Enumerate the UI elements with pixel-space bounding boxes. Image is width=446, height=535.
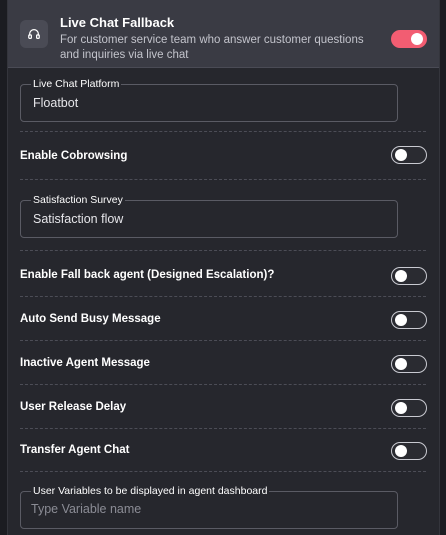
- user-variables-input[interactable]: [31, 502, 371, 516]
- divider: [20, 250, 426, 251]
- section-title: Live Chat Fallback: [60, 15, 175, 30]
- toggle-knob: [395, 270, 407, 282]
- toggle-knob: [395, 314, 407, 326]
- live-chat-platform-label: Live Chat Platform: [31, 78, 122, 90]
- live-chat-platform-value: Floatbot: [33, 96, 79, 110]
- divider: [20, 471, 426, 472]
- inactive-agent-message-toggle[interactable]: [391, 355, 427, 373]
- user-release-delay-toggle[interactable]: [391, 399, 427, 417]
- divider: [20, 428, 426, 429]
- headset-icon: [20, 20, 48, 48]
- toggle-knob: [395, 402, 407, 414]
- divider: [20, 296, 426, 297]
- live-chat-fallback-toggle[interactable]: [391, 30, 427, 48]
- section-header: Live Chat Fallback For customer service …: [8, 0, 439, 68]
- divider: [20, 179, 426, 180]
- user-variables-label: User Variables to be displayed in agent …: [31, 485, 270, 497]
- transfer-agent-chat-toggle[interactable]: [391, 442, 427, 460]
- divider: [20, 340, 426, 341]
- enable-fallback-agent-label: Enable Fall back agent (Designed Escalat…: [20, 269, 275, 281]
- section-description: For customer service team who answer cus…: [60, 34, 364, 61]
- divider: [20, 131, 426, 132]
- toggle-knob: [395, 358, 407, 370]
- toggle-knob: [395, 445, 407, 457]
- live-chat-fallback-panel: Live Chat Fallback For customer service …: [7, 0, 440, 535]
- satisfaction-survey-select[interactable]: Satisfaction Survey Satisfaction flow: [20, 194, 398, 238]
- enable-cobrowsing-toggle[interactable]: [391, 146, 427, 164]
- satisfaction-survey-value: Satisfaction flow: [33, 212, 124, 226]
- live-chat-platform-select[interactable]: Live Chat Platform Floatbot: [20, 78, 398, 122]
- user-release-delay-label: User Release Delay: [20, 401, 127, 413]
- toggle-knob: [411, 33, 423, 45]
- auto-send-busy-message-toggle[interactable]: [391, 311, 427, 329]
- transfer-agent-chat-label: Transfer Agent Chat: [20, 444, 130, 456]
- user-variables-field: User Variables to be displayed in agent …: [20, 485, 398, 529]
- enable-cobrowsing-label: Enable Cobrowsing: [20, 150, 128, 162]
- enable-fallback-agent-toggle[interactable]: [391, 267, 427, 285]
- inactive-agent-message-label: Inactive Agent Message: [20, 357, 150, 369]
- satisfaction-survey-label: Satisfaction Survey: [31, 194, 125, 206]
- auto-send-busy-message-label: Auto Send Busy Message: [20, 313, 161, 325]
- toggle-knob: [395, 149, 407, 161]
- divider: [20, 384, 426, 385]
